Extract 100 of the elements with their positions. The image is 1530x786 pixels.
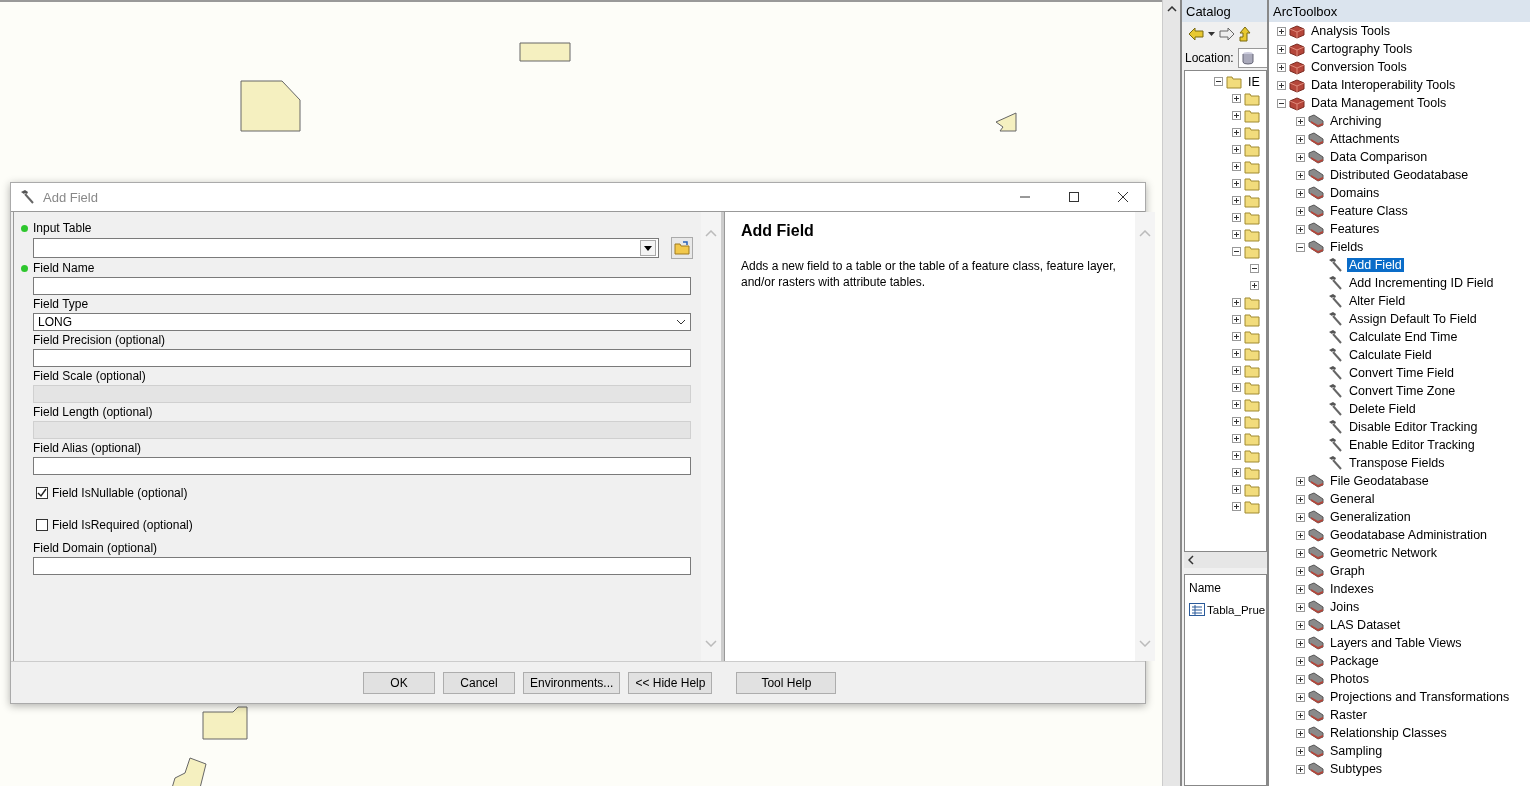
plus-icon[interactable] [1296,548,1305,558]
toolbox-item[interactable]: Feature Class [1328,204,1410,218]
forward-arrow-icon[interactable] [1219,27,1235,41]
plus-icon[interactable] [1232,400,1241,409]
toolbox-item[interactable]: Indexes [1328,582,1376,596]
scroll-left-icon[interactable] [1188,555,1194,565]
plus-icon[interactable] [1232,315,1241,324]
plus-icon[interactable] [1296,692,1305,702]
tool-item[interactable]: Enable Editor Tracking [1347,438,1477,452]
minus-icon[interactable] [1214,77,1223,86]
dialog-button[interactable]: Cancel [443,671,515,694]
plus-icon[interactable] [1232,111,1241,120]
plus-icon[interactable] [1277,62,1286,72]
folder-name[interactable]: IE [1246,74,1262,89]
plus-icon[interactable] [1296,566,1305,576]
plus-icon[interactable] [1296,476,1305,486]
input-field[interactable] [33,457,691,475]
plus-icon[interactable] [1296,188,1305,198]
plus-icon[interactable] [1277,44,1286,54]
toolbox-item[interactable]: Graph [1328,564,1367,578]
toolbox-item[interactable]: Cartography Tools [1309,42,1415,56]
plus-icon[interactable] [1296,638,1305,648]
tool-item[interactable]: Transpose Fields [1347,456,1447,470]
dialog-button[interactable]: << Hide Help [628,671,713,694]
plus-icon[interactable] [1232,451,1241,460]
toolbox-item[interactable]: Data Management Tools [1309,96,1449,110]
toolbox-item[interactable]: Features [1328,222,1382,236]
toolbox-item[interactable]: Relationship Classes [1328,726,1449,740]
minus-icon[interactable] [1296,242,1305,252]
input-field[interactable] [33,277,691,295]
toolbox-item[interactable]: Subtypes [1328,762,1385,776]
dialog-button[interactable]: Environments... [523,671,621,694]
checkbox[interactable] [36,519,48,531]
plus-icon[interactable] [1296,764,1305,774]
checkbox[interactable] [36,487,48,499]
toolbox-item[interactable]: Conversion Tools [1309,60,1409,74]
toolbox-item[interactable]: Raster [1328,708,1369,722]
plus-icon[interactable] [1232,230,1241,239]
toolbox-item[interactable]: Sampling [1328,744,1385,758]
tool-item[interactable]: Assign Default To Field [1347,312,1479,326]
back-arrow-icon[interactable] [1188,27,1204,41]
plus-icon[interactable] [1250,281,1259,290]
toolbox-item[interactable]: Fields [1328,240,1366,254]
input-field[interactable] [33,349,691,367]
plus-icon[interactable] [1232,162,1241,171]
plus-icon[interactable] [1232,298,1241,307]
plus-icon[interactable] [1232,502,1241,511]
browse-button[interactable] [671,237,693,259]
plus-icon[interactable] [1296,206,1305,216]
tool-item[interactable]: Calculate End Time [1347,330,1460,344]
plus-icon[interactable] [1296,656,1305,666]
tool-item[interactable]: Add Field [1347,258,1404,272]
plus-icon[interactable] [1296,134,1305,144]
input-field[interactable] [33,557,691,575]
plus-icon[interactable] [1296,494,1305,504]
minus-icon[interactable] [1232,247,1241,256]
dropdown-button[interactable] [640,240,656,256]
toolbox-item[interactable]: Archiving [1328,114,1384,128]
plus-icon[interactable] [1296,224,1305,234]
maximize-icon[interactable] [1068,192,1079,202]
plus-icon[interactable] [1296,674,1305,684]
toolbox-item[interactable]: Domains [1328,186,1382,200]
toolbox-item[interactable]: Generalization [1328,510,1413,524]
plus-icon[interactable] [1232,213,1241,222]
close-icon[interactable] [1117,192,1128,202]
toolbox-item[interactable]: Attachments [1328,132,1402,146]
tool-item[interactable]: Disable Editor Tracking [1347,420,1480,434]
tool-item[interactable]: Calculate Field [1347,348,1434,362]
plus-icon[interactable] [1232,196,1241,205]
toolbox-item[interactable]: Layers and Table Views [1328,636,1464,650]
plus-icon[interactable] [1232,417,1241,426]
plus-icon[interactable] [1296,728,1305,738]
toolbox-item[interactable]: General [1328,492,1377,506]
toolbox-item[interactable]: Distributed Geodatabase [1328,168,1471,182]
toolbox-item[interactable]: Package [1328,654,1381,668]
plus-icon[interactable] [1277,26,1286,36]
dialog-button[interactable]: Tool Help [736,671,837,694]
toolbox-item[interactable]: Geodatabase Administration [1328,528,1490,542]
input-field[interactable] [33,238,659,258]
toolbox-item[interactable]: File Geodatabase [1328,474,1431,488]
plus-icon[interactable] [1232,468,1241,477]
plus-icon[interactable] [1232,145,1241,154]
plus-icon[interactable] [1277,80,1286,90]
toolbox-item[interactable]: Projections and Transformations [1328,690,1512,704]
dialog-button[interactable]: OK [363,671,435,694]
toolbox-item[interactable]: Analysis Tools [1309,24,1392,38]
tool-item[interactable]: Alter Field [1347,294,1408,308]
toolbox-item[interactable]: Geometric Network [1328,546,1439,560]
plus-icon[interactable] [1296,170,1305,180]
toolbox-item[interactable]: Photos [1328,672,1371,686]
plus-icon[interactable] [1232,349,1241,358]
tool-item[interactable]: Delete Field [1347,402,1418,416]
plus-icon[interactable] [1296,584,1305,594]
plus-icon[interactable] [1232,332,1241,341]
plus-icon[interactable] [1232,485,1241,494]
dropdown-field[interactable]: LONG [33,313,691,331]
plus-icon[interactable] [1296,602,1305,612]
toolbox-item[interactable]: Data Interoperability Tools [1309,78,1458,92]
plus-icon[interactable] [1296,746,1305,756]
plus-icon[interactable] [1296,620,1305,630]
